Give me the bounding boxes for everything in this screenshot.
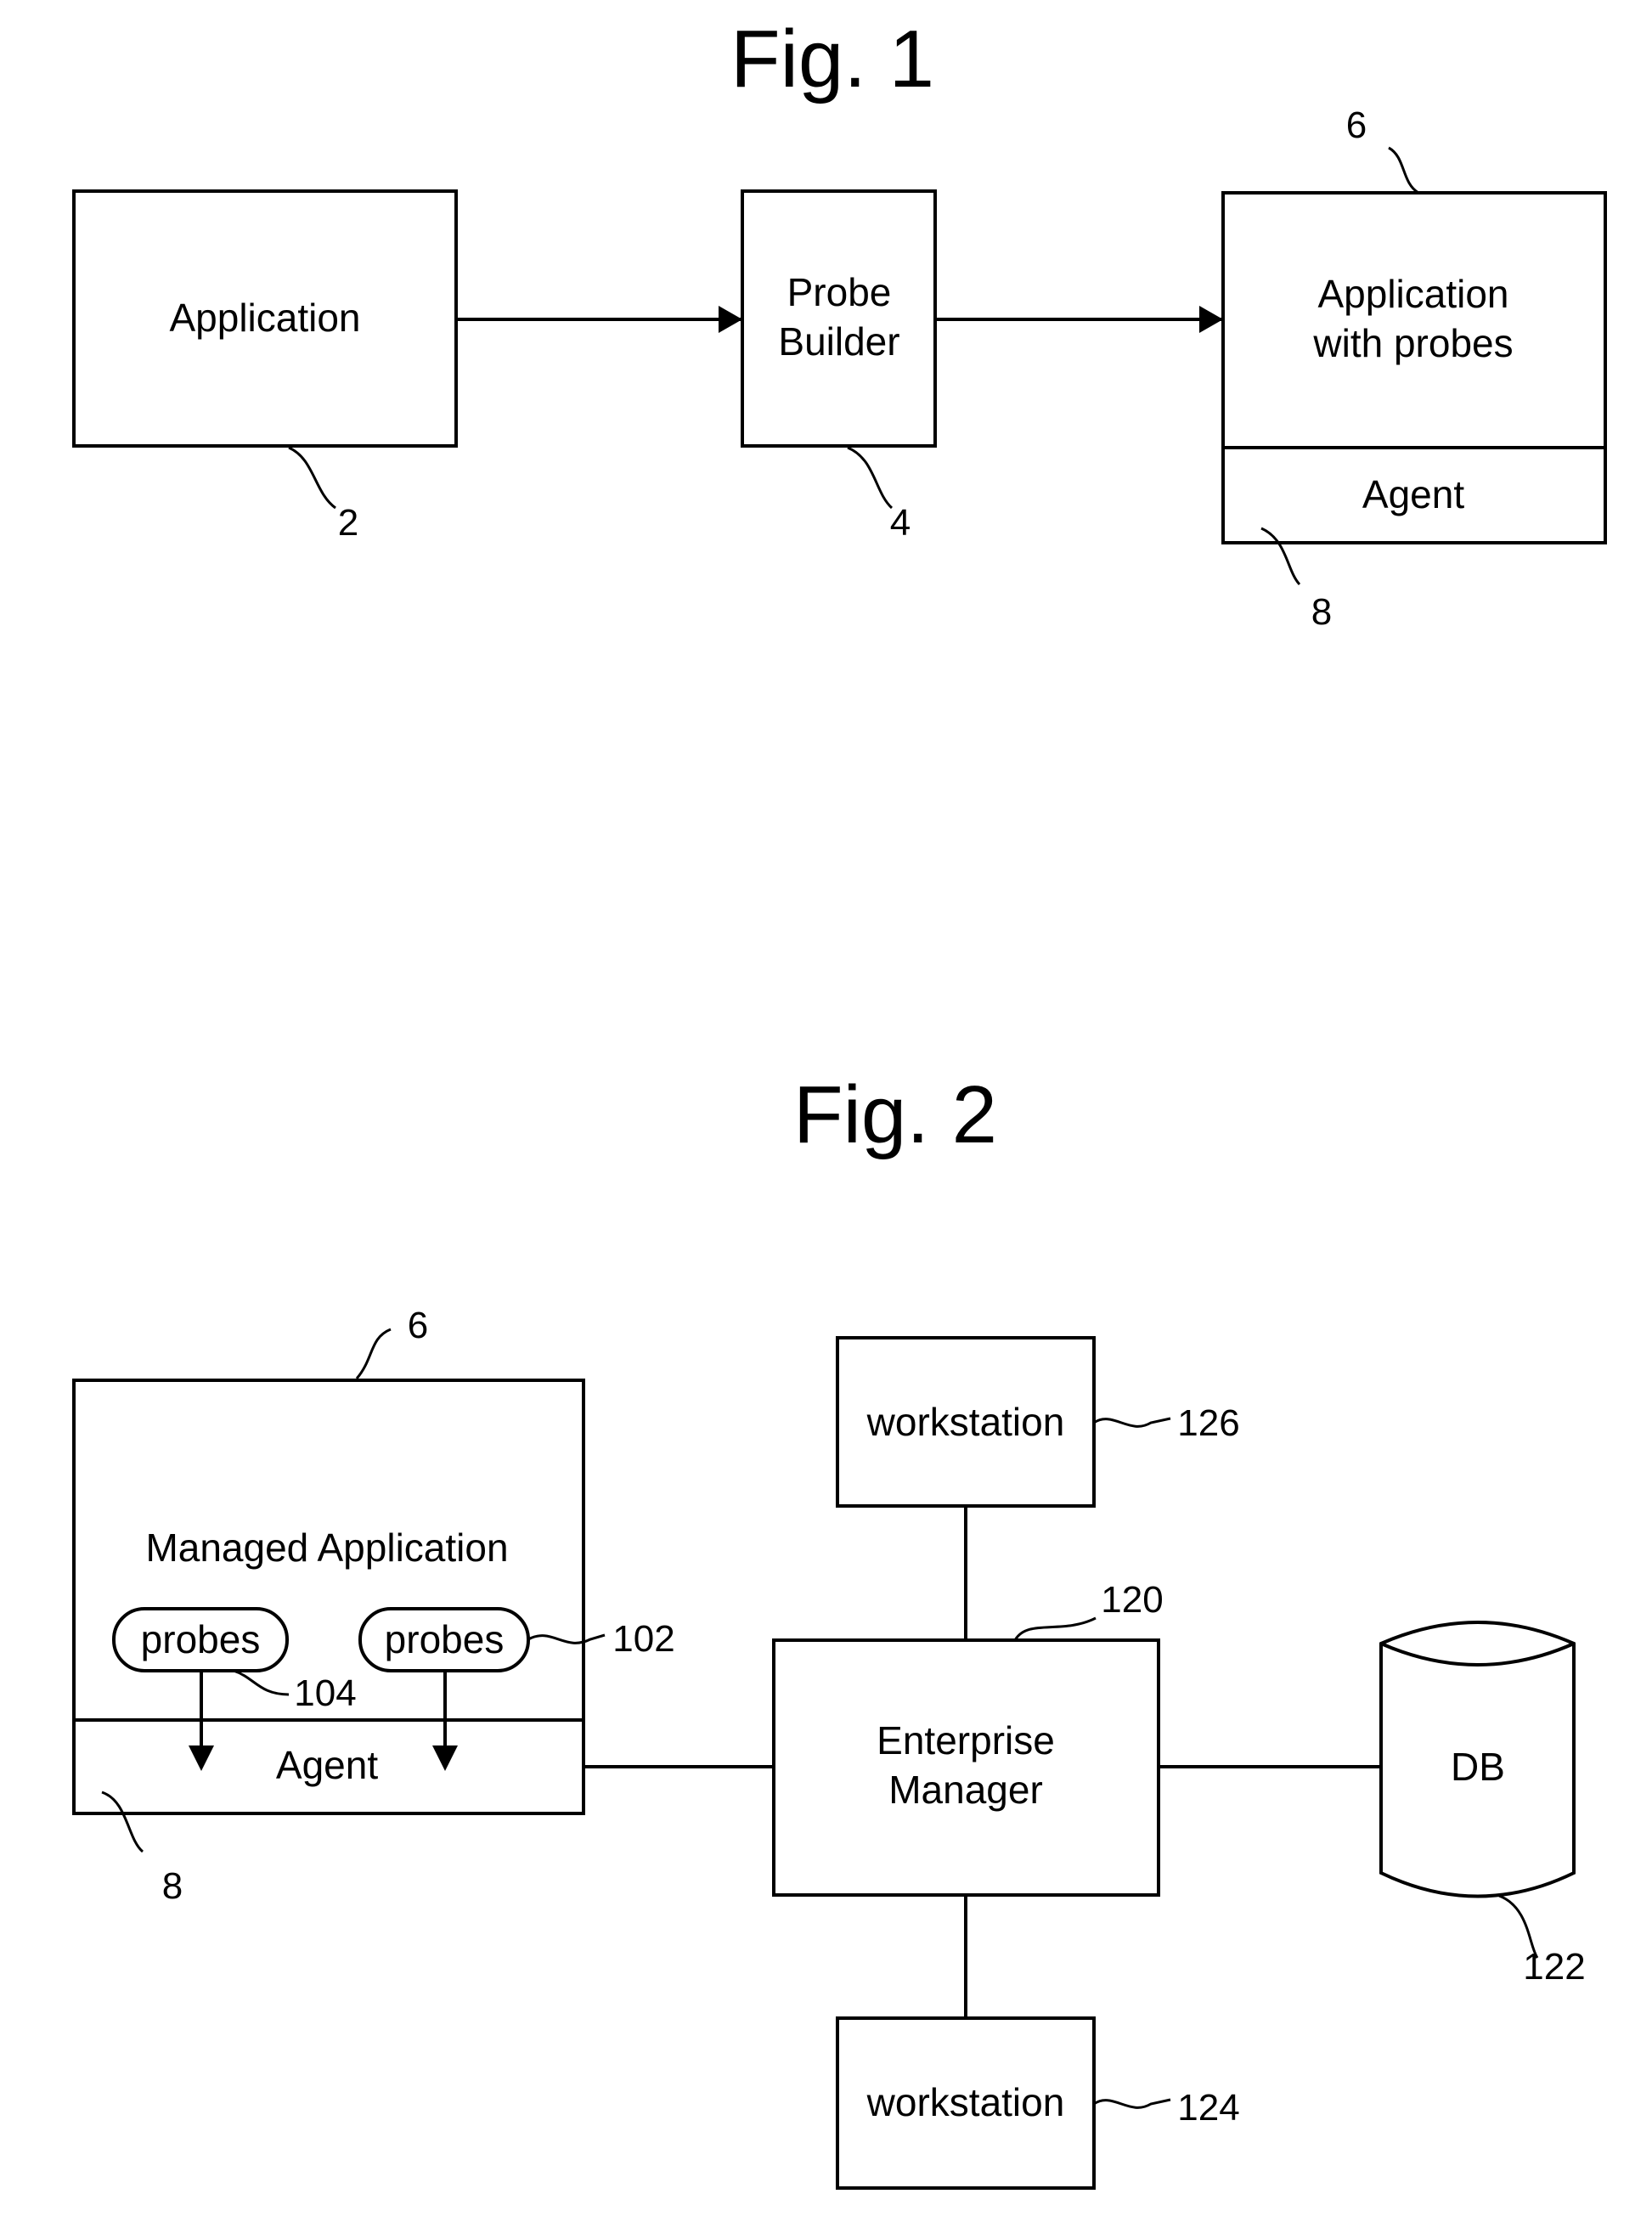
- fig2-managed-app-block: Managed Application 6 probes 104 probes …: [72, 1305, 675, 1907]
- workstation-top-ref-leader: [1093, 1417, 1171, 1428]
- app-with-probes-label-line1: Application: [1317, 272, 1508, 316]
- fig1-title: Fig. 1: [730, 14, 934, 104]
- db-ref: 122: [1523, 1946, 1585, 1988]
- application-label: Application: [169, 296, 360, 340]
- probes-left-label: probes: [141, 1617, 261, 1661]
- workstation-bottom-ref-leader: [1093, 2098, 1171, 2109]
- db-block: DB 122: [1379, 1621, 1586, 1988]
- fig1-probe-builder-block: Probe Builder 4: [741, 189, 937, 544]
- workstation-bottom-label: workstation: [866, 2080, 1065, 2124]
- fig1-app-with-probes-block: Application with probes Agent 6 8: [1221, 104, 1607, 633]
- workstation-bottom-ref: 124: [1177, 2087, 1239, 2129]
- application-ref-leader: [288, 446, 336, 510]
- probe-builder-label-line1: Probe: [787, 270, 892, 314]
- probes-left-ref: 104: [294, 1672, 356, 1714]
- workstation-top-ref: 126: [1177, 1402, 1239, 1444]
- probe-builder-box: [741, 189, 937, 448]
- enterprise-manager-label-line1: Enterprise: [877, 1718, 1055, 1762]
- application-ref: 2: [338, 502, 358, 544]
- enterprise-manager-block: Enterprise Manager 120: [772, 1579, 1164, 1897]
- fig2-title: Fig. 2: [793, 1069, 997, 1160]
- probes-right-label: probes: [385, 1617, 505, 1661]
- probe-builder-ref-leader: [847, 446, 894, 510]
- enterprise-manager-label-line2: Manager: [888, 1768, 1043, 1812]
- agent-ref: 8: [162, 1865, 183, 1907]
- enterprise-manager-ref-leader: [1013, 1616, 1097, 1641]
- probes-right-ref: 102: [612, 1618, 674, 1660]
- fig1-application-block: Application 2: [72, 189, 458, 544]
- workstation-bottom-block: workstation 124: [836, 2016, 1240, 2190]
- arrowhead-1: [719, 306, 742, 333]
- app-with-probes-label-line2: with probes: [1312, 321, 1513, 365]
- enterprise-manager-ref: 120: [1101, 1579, 1163, 1621]
- app-with-probes-ref: 6: [1346, 104, 1367, 146]
- managed-app-ref-leader: [355, 1328, 392, 1379]
- agent-ref: 8: [1311, 591, 1332, 633]
- agent-label: Agent: [1362, 472, 1464, 516]
- agent-label: Agent: [276, 1743, 378, 1787]
- app-with-probes-ref-leader: [1388, 146, 1419, 195]
- arrowhead-2: [1199, 306, 1223, 333]
- patent-figures: Fig. 1 Application 2 Probe Builder 4 App…: [72, 14, 1607, 2190]
- db-label: DB: [1451, 1745, 1505, 1789]
- workstation-top-label: workstation: [866, 1400, 1065, 1444]
- managed-app-label: Managed Application: [145, 1526, 508, 1570]
- managed-app-ref: 6: [408, 1305, 428, 1346]
- probe-builder-label-line2: Builder: [778, 319, 899, 364]
- probe-builder-ref: 4: [890, 502, 911, 544]
- workstation-top-block: workstation 126: [836, 1336, 1240, 1508]
